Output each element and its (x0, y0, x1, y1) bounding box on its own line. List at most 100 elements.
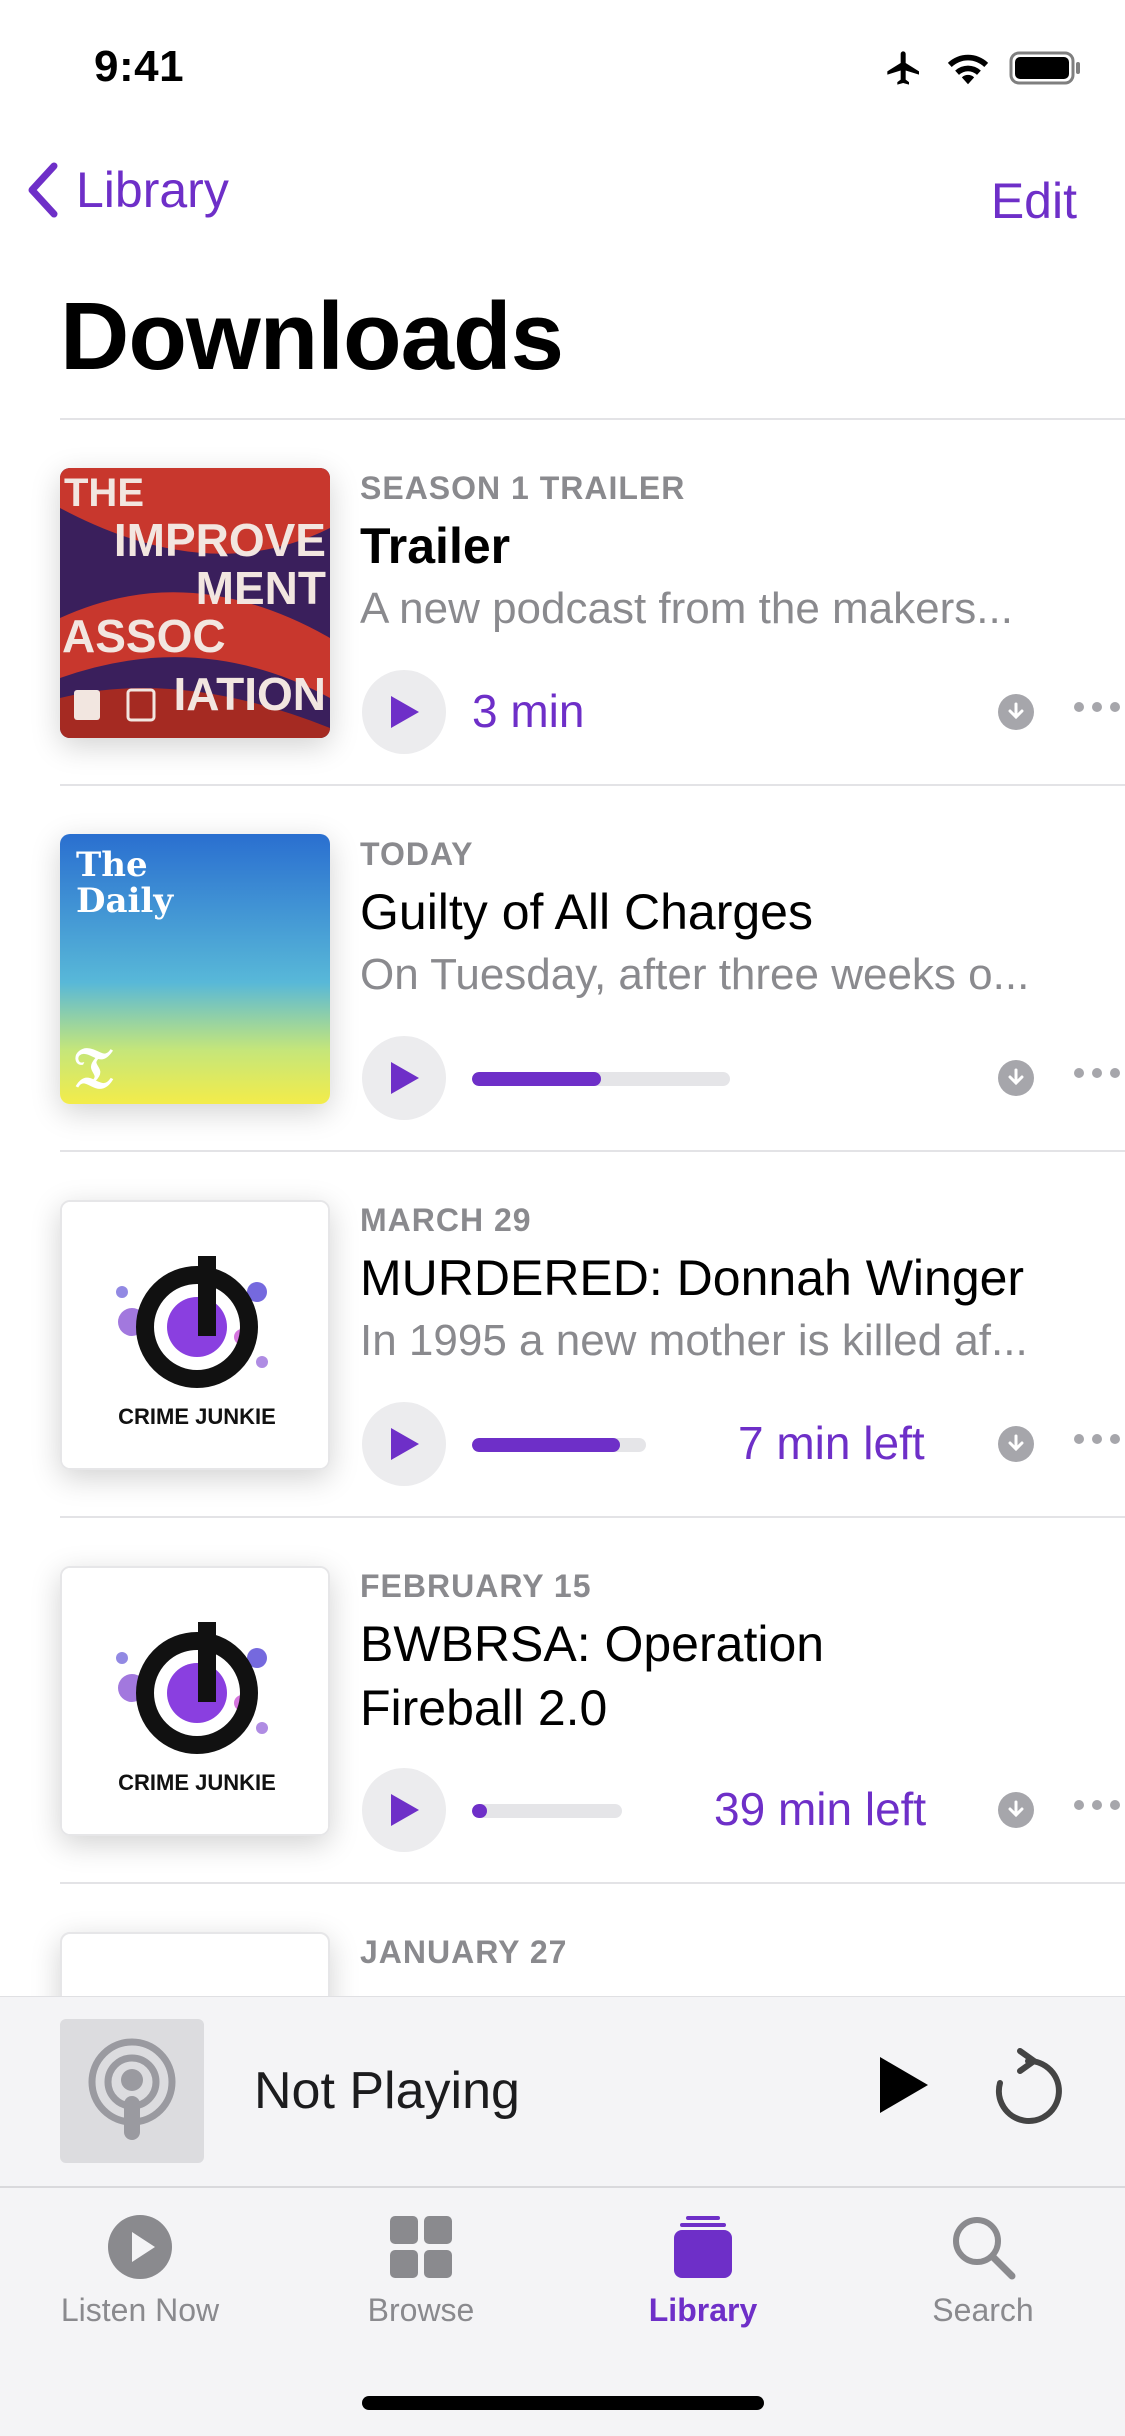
list-item[interactable]: CRIME JUNKIE MARCH 29 MURDERED: Donnah W… (60, 1150, 1125, 1516)
episode-controls: 39 min left (362, 1768, 1122, 1852)
list-item[interactable]: The Daily 𝔗 TODAY Guilty of All Charges … (60, 784, 1125, 1150)
episode-remaining: 7 min left (738, 1417, 925, 1469)
art-text: CRIME JUNKIE (118, 1770, 276, 1795)
episode-description: In 1995 a new mother is killed af... (360, 1316, 1028, 1365)
episode-date: FEBRUARY 15 (360, 1568, 592, 1604)
episode-progress-bar (472, 1804, 622, 1818)
downloaded-icon (998, 1426, 1034, 1462)
more-icon[interactable] (1074, 1068, 1120, 1078)
skip-forward-button[interactable] (990, 2047, 1066, 2132)
episode-date: TODAY (360, 836, 474, 872)
episode-artwork: CRIME JUNKIE (60, 1566, 330, 1836)
now-playing-title: Not Playing (254, 2062, 520, 2120)
art-text: CRIME JUNKIE (118, 1404, 276, 1429)
skip-forward-icon (995, 2048, 1062, 2124)
edit-button[interactable]: Edit (991, 172, 1077, 230)
episode-description: On Tuesday, after three weeks o... (360, 950, 1030, 999)
more-icon[interactable] (1074, 1434, 1120, 1444)
play-button[interactable] (362, 1036, 446, 1120)
episode-controls (362, 1036, 1122, 1120)
play-button[interactable] (362, 670, 446, 754)
tab-label: Search (932, 2292, 1034, 2328)
episode-meta: JANUARY 27 (360, 1932, 1080, 1972)
episode-artwork (60, 1932, 330, 1998)
back-button[interactable]: Library (24, 160, 229, 220)
tab-library[interactable]: Library (578, 2214, 828, 2329)
episode-duration: 3 min (472, 685, 585, 737)
art-text: THE (64, 471, 144, 515)
downloaded-icon (998, 1792, 1034, 1828)
chevron-left-icon (28, 162, 58, 218)
episode-progress-bar (472, 1072, 730, 1086)
progress-fill (472, 1438, 620, 1452)
play-circle-icon (108, 2215, 172, 2279)
episode-remaining: 39 min left (714, 1783, 927, 1835)
episode-list[interactable]: THE IMPROVE MENT ASSOC IATION SEASON 1 T… (0, 418, 1125, 1998)
status-icons (881, 48, 1083, 88)
episode-date: MARCH 29 (360, 1202, 532, 1238)
tab-label: Listen Now (60, 2292, 220, 2328)
home-indicator (362, 2396, 764, 2410)
episode-description: A new podcast from the makers... (360, 584, 1013, 633)
tab-label: Library (648, 2292, 758, 2328)
episode-meta: MARCH 29 MURDERED: Donnah Winger In 1995… (360, 1200, 1080, 1372)
tab-label: Browse (367, 2292, 475, 2328)
play-icon (391, 1794, 419, 1826)
episode-title-line1: BWBRSA: Operation (360, 1616, 825, 1672)
art-text: IATION (174, 668, 326, 720)
svg-text:𝔗: 𝔗 (74, 1034, 114, 1102)
episode-meta: TODAY Guilty of All Charges On Tuesday, … (360, 834, 1080, 1006)
art-text: The (76, 845, 148, 885)
episode-controls: 3 min (362, 670, 1122, 754)
episode-artwork: The Daily 𝔗 (60, 834, 330, 1104)
wifi-icon (947, 54, 989, 85)
play-button[interactable] (362, 1402, 446, 1486)
play-icon (880, 2057, 928, 2113)
play-icon (391, 1062, 419, 1094)
episode-artwork: THE IMPROVE MENT ASSOC IATION (60, 468, 330, 738)
tab-search[interactable]: Search (858, 2214, 1108, 2329)
tab-browse[interactable]: Browse (296, 2214, 546, 2329)
mini-player[interactable]: Not Playing (0, 1996, 1125, 2186)
episode-title: Trailer (360, 518, 511, 574)
list-item[interactable]: CRIME JUNKIE FEBRUARY 15 BWBRSA: Operati… (60, 1516, 1125, 1882)
play-icon (391, 696, 419, 728)
episode-controls: 7 min left (362, 1402, 1122, 1486)
progress-fill (472, 1072, 601, 1086)
search-icon (953, 2217, 1016, 2280)
page-title: Downloads (60, 283, 564, 390)
play-icon (391, 1428, 419, 1460)
more-icon[interactable] (1074, 702, 1120, 712)
tab-listen-now[interactable]: Listen Now (15, 2214, 265, 2329)
episode-meta: SEASON 1 TRAILER Trailer A new podcast f… (360, 468, 1080, 640)
art-text: ASSOC (62, 610, 226, 662)
airplane-icon (887, 51, 919, 85)
episode-artwork: CRIME JUNKIE (60, 1200, 330, 1470)
episode-title: Guilty of All Charges (360, 884, 813, 940)
progress-fill (472, 1804, 487, 1818)
episode-progress-bar (472, 1438, 646, 1452)
mini-play-button[interactable] (876, 2053, 932, 2122)
back-button-label: Library (76, 162, 229, 218)
downloaded-icon (998, 694, 1034, 730)
episode-title: MURDERED: Donnah Winger (360, 1250, 1025, 1306)
art-text: IMPROVE (114, 514, 326, 566)
library-icon (674, 2216, 732, 2278)
more-icon[interactable] (1074, 1800, 1120, 1810)
nav-bar: Library Edit (0, 160, 1125, 240)
downloaded-icon (998, 1060, 1034, 1096)
episode-meta: FEBRUARY 15 BWBRSA: Operation Fireball 2… (360, 1566, 1080, 1740)
art-text: MENT (196, 562, 326, 614)
battery-icon (1009, 51, 1080, 85)
episode-title-line2: Fireball 2.0 (360, 1680, 608, 1736)
art-text: Daily (76, 881, 174, 921)
podcasts-logo-icon (60, 2019, 204, 2163)
status-time: 9:41 (94, 42, 185, 91)
status-bar: 9:41 (0, 0, 1125, 132)
grid-icon (390, 2216, 452, 2278)
episode-date: JANUARY 27 (360, 1934, 568, 1970)
episode-date: SEASON 1 TRAILER (360, 470, 686, 506)
list-item[interactable]: THE IMPROVE MENT ASSOC IATION SEASON 1 T… (60, 418, 1125, 784)
play-button[interactable] (362, 1768, 446, 1852)
list-item[interactable]: JANUARY 27 (60, 1882, 1125, 1998)
